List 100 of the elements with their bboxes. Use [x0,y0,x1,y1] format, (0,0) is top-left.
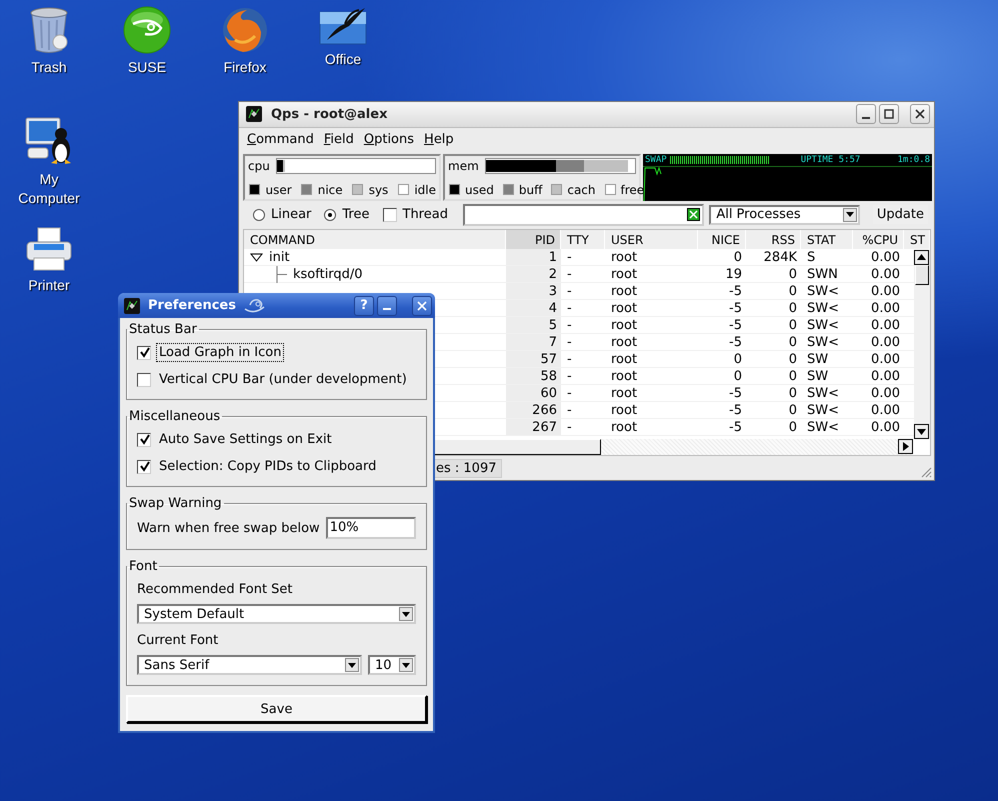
column-header[interactable]: RSS [746,230,801,249]
table-cell: - [567,334,572,350]
font-family-dropdown[interactable]: Sans Serif [137,655,362,675]
table-cell: 1 [548,250,557,265]
scroll-down-icon[interactable] [914,424,929,440]
legend-label: user [266,182,292,197]
search-field[interactable] [462,204,704,226]
fox-globe-icon[interactable] [221,6,269,54]
process-filter-dropdown[interactable]: All Processes [709,204,860,225]
checkbox-label[interactable]: Vertical CPU Bar (under development) [156,370,410,389]
radio-option[interactable]: Tree [324,207,370,222]
swap-threshold-field[interactable]: 10% [326,517,416,539]
menu-item[interactable]: Field [324,132,354,150]
table-cell: root [611,402,638,418]
column-header[interactable]: %CPU [853,230,904,249]
table-cell: 0.00 [871,420,900,435]
checkbox-label[interactable]: Load Graph in Icon [156,343,284,362]
column-header[interactable]: TTY [561,230,605,249]
table-cell: 5 [548,318,557,333]
maximize-button[interactable] [879,104,899,124]
minimize-button[interactable] [856,104,876,124]
table-cell: 7 [548,334,557,350]
vertical-scrollbar[interactable] [914,250,930,440]
table-cell: 0 [788,352,797,367]
desktop-icon-label[interactable]: Printer [9,276,89,295]
table-cell: SW< [807,334,839,350]
table-cell: 60 [540,386,557,401]
column-header[interactable]: USER [605,230,698,249]
printer-icon[interactable] [24,226,74,272]
table-cell: 266 [532,402,557,418]
table-cell: root [611,284,638,299]
eye-emblem-icon[interactable] [123,6,171,54]
checkbox[interactable] [137,346,151,360]
column-header[interactable]: NICE [698,230,746,249]
minimize-button[interactable] [377,296,397,316]
field-label: Warn when free swap below [137,520,320,536]
process-name[interactable]: init [269,250,290,265]
scroll-up-icon[interactable] [914,250,929,265]
resize-grip-icon[interactable] [920,466,932,478]
font-size-dropdown[interactable]: 10 [368,655,416,675]
checkbox-label[interactable]: Auto Save Settings on Exit [156,430,335,449]
radio-button[interactable] [324,208,336,221]
desktop-icon-label[interactable]: Office [303,50,383,69]
table-cell: SW< [807,420,839,435]
save-button[interactable]: Save [126,695,427,723]
checkbox-label[interactable]: Selection: Copy PIDs to Clipboard [156,457,380,476]
caret-icon [348,662,356,668]
expand-triangle-icon[interactable] [250,252,263,262]
clear-icon[interactable] [687,208,700,222]
checkbox[interactable] [137,432,151,446]
column-header[interactable]: PID [506,230,561,249]
desktop-icon-label[interactable]: Firefox [205,58,285,77]
menu-item[interactable]: Help [424,132,454,150]
table-cell: SW [807,352,828,367]
minimize-icon [383,308,391,310]
radio-label[interactable]: Tree [342,207,370,222]
column-header[interactable]: STAT [801,230,853,249]
table-cell: SW< [807,386,839,401]
desktop-icon-label[interactable]: Trash [9,58,89,77]
table-cell: - [567,386,572,401]
radio-button[interactable] [253,208,265,221]
table-cell: 0.00 [871,352,900,367]
checkbox[interactable] [382,208,396,222]
bird-icon[interactable] [319,6,367,46]
menu-item[interactable]: Command [247,132,314,150]
app-icon [124,298,140,314]
table-cell: SW [807,368,828,384]
table-cell: - [567,352,572,367]
table-cell: 0 [788,318,797,333]
checkbox[interactable] [137,460,151,474]
scroll-thumb[interactable] [915,264,929,285]
table-cell: 0 [734,352,742,367]
table-cell: - [567,368,572,384]
legend-label: buff [518,182,542,197]
radio-label[interactable]: Linear [271,207,312,222]
table-cell: 0.00 [871,334,900,350]
desktop-icon-label[interactable]: My Computer [9,170,89,208]
table-cell: - [567,300,572,316]
column-header[interactable]: ST [904,230,930,249]
close-button[interactable] [910,104,930,124]
menu-item[interactable]: Options [364,132,414,150]
process-name[interactable]: ksoftirqd/0 [293,266,363,282]
checkbox[interactable] [137,372,151,386]
table-cell: 267 [532,420,557,435]
window-title: Preferences [148,298,236,313]
table-cell: 0 [788,300,797,316]
help-button[interactable]: ? [354,296,374,316]
table-cell: 0 [788,402,797,418]
checkbox-label[interactable]: Thread [402,207,448,222]
radio-option[interactable]: Linear [253,207,312,222]
close-button[interactable] [412,296,432,316]
table-cell: -5 [729,386,742,401]
table-cell: SW< [807,300,839,316]
table-cell: - [567,266,572,282]
scroll-right-icon[interactable] [898,439,913,454]
font-set-dropdown[interactable]: System Default [137,604,416,624]
table-cell: SW< [807,402,839,418]
desktop-icon-label[interactable]: SUSE [107,58,187,77]
minimize-icon [862,116,870,119]
table-cell: 2 [548,266,557,282]
